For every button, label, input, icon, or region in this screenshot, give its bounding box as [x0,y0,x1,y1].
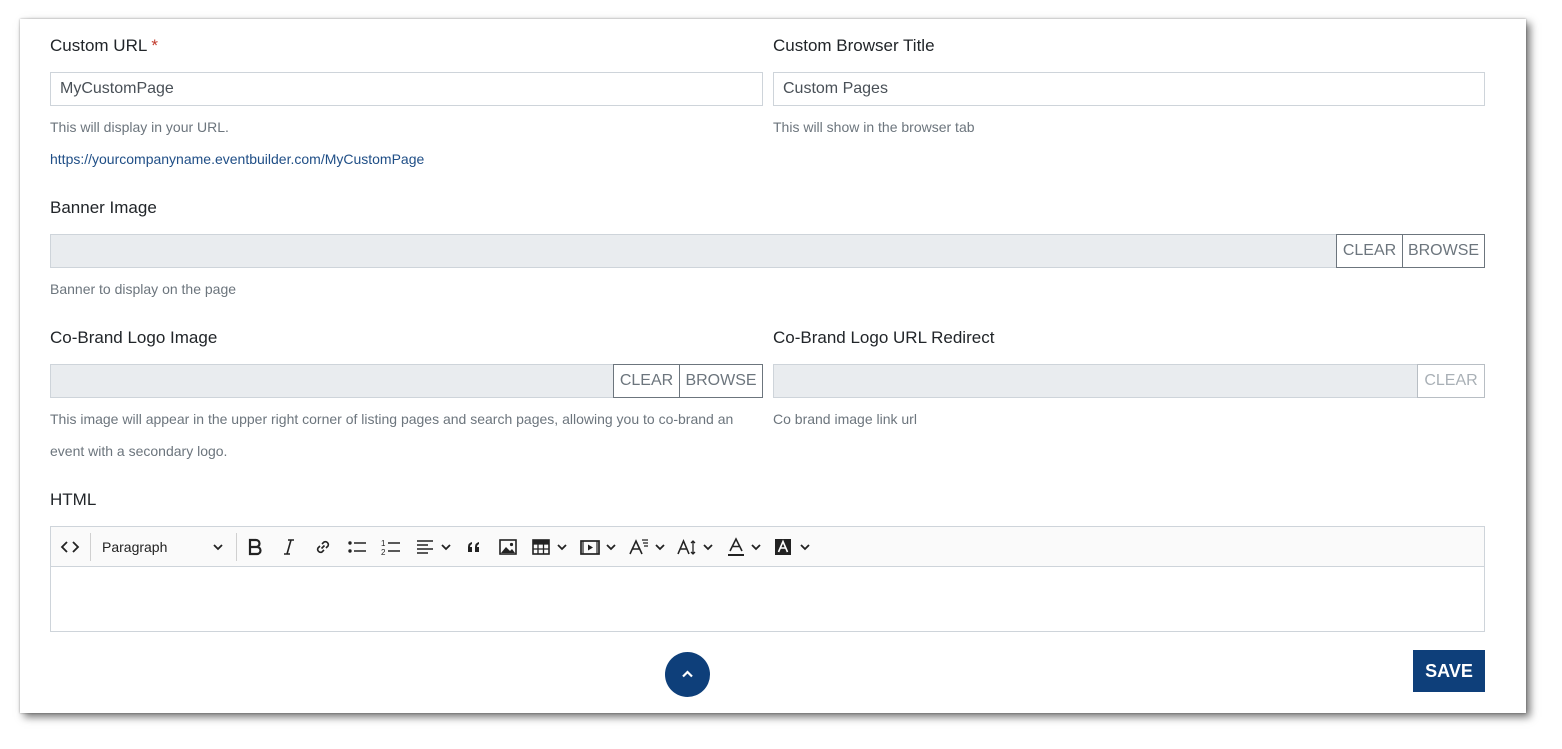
block-format-dropdown[interactable]: Paragraph [95,533,229,561]
editor-content-area[interactable] [51,567,1484,631]
custom-url-input[interactable]: MyCustomPage [50,72,763,106]
cobrand-url-clear-button[interactable]: CLEAR [1417,364,1485,398]
cobrand-logo-group: CLEAR BROWSE [50,364,763,398]
html-editor-label: HTML [50,490,97,509]
svg-text:2: 2 [381,548,386,557]
browser-title-label: Custom Browser Title [773,36,935,55]
cobrand-logo-help-line1: This image will appear in the upper righ… [50,411,734,427]
chevron-down-icon[interactable] [799,537,811,557]
blockquote-icon[interactable] [464,537,484,557]
cobrand-logo-clear-button[interactable]: CLEAR [613,364,680,398]
chevron-down-icon[interactable] [654,537,666,557]
banner-image-label: Banner Image [50,198,157,217]
link-icon[interactable] [313,537,333,557]
image-icon[interactable] [498,537,518,557]
font-size-icon[interactable] [676,537,698,557]
scroll-top-button[interactable] [665,652,710,697]
banner-browse-button[interactable]: BROWSE [1402,234,1485,268]
cobrand-url-input[interactable] [773,364,1418,398]
block-format-value: Paragraph [102,539,168,555]
chevron-down-icon[interactable] [556,537,568,557]
text-color-icon[interactable] [726,537,746,557]
chevron-up-icon [682,670,693,678]
custom-url-preview-link[interactable]: https://yourcompanyname.eventbuilder.com… [50,151,424,167]
browser-title-input[interactable]: Custom Pages [773,72,1485,106]
banner-image-help: Banner to display on the page [50,281,237,297]
banner-clear-button[interactable]: CLEAR [1336,234,1403,268]
cobrand-logo-label: Co-Brand Logo Image [50,328,218,347]
cobrand-logo-help-line2: event with a secondary logo. [50,443,228,459]
chevron-down-icon[interactable] [702,537,714,557]
cobrand-url-help: Co brand image link url [773,411,917,427]
editor-toolbar: Paragraph 12 [51,527,1484,567]
custom-url-label: Custom URL * [50,36,158,56]
highlight-color-icon[interactable] [773,537,793,557]
media-icon[interactable] [579,537,601,557]
svg-text:1: 1 [381,539,386,548]
table-icon[interactable] [531,537,551,557]
chevron-down-icon[interactable] [440,537,452,557]
custom-url-help: This will display in your URL. [50,119,229,135]
bullet-list-icon[interactable] [346,537,368,557]
italic-icon[interactable] [279,537,299,557]
html-editor: Paragraph 12 [50,526,1485,632]
numbered-list-icon[interactable]: 12 [380,537,402,557]
cobrand-logo-input[interactable] [50,364,615,398]
save-button[interactable]: SAVE [1413,650,1485,692]
toolbar-separator [236,533,237,561]
banner-image-group: CLEAR BROWSE [50,234,1485,268]
required-asterisk: * [151,36,159,55]
banner-image-input[interactable] [50,234,1337,268]
bold-icon[interactable] [245,537,265,557]
custom-page-form-card: Custom URL * MyCustomPage This will disp… [20,19,1526,713]
font-family-icon[interactable] [628,537,650,557]
chevron-down-icon[interactable] [750,537,762,557]
cobrand-url-label: Co-Brand Logo URL Redirect [773,328,995,347]
chevron-down-icon[interactable] [605,537,617,557]
cobrand-url-group: CLEAR [773,364,1485,398]
browser-title-help: This will show in the browser tab [773,119,975,135]
cobrand-logo-browse-button[interactable]: BROWSE [679,364,763,398]
chevron-down-icon [213,544,223,551]
code-view-icon[interactable] [60,537,80,557]
custom-url-label-text: Custom URL [50,36,147,55]
align-icon[interactable] [415,537,435,557]
toolbar-separator [90,533,91,561]
